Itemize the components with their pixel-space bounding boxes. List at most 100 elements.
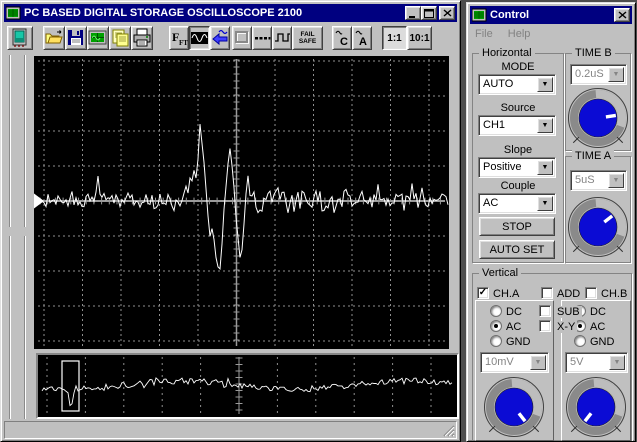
exit-button[interactable] [7, 26, 33, 50]
resize-grip[interactable] [441, 423, 455, 437]
ch-a-ac-radio[interactable] [490, 320, 502, 332]
source-value: CH1 [479, 116, 535, 135]
time-b-dropdown-arrow-icon[interactable] [608, 67, 624, 82]
minimize-icon [408, 9, 418, 18]
control-titlebar[interactable]: Control [470, 6, 632, 24]
ch-a-range-value: 10mV [481, 353, 528, 372]
failsafe-button[interactable]: FAILSAFE [292, 26, 323, 50]
vertical-group-label: Vertical [479, 267, 521, 279]
ch-a-gnd-label: GND [506, 336, 530, 348]
print-button[interactable] [131, 26, 153, 50]
ch-a-ac-label: AC [506, 321, 521, 333]
mode-value: AUTO [479, 75, 535, 94]
xy-checkbox[interactable] [539, 320, 551, 332]
fft-icon: FFT [170, 28, 188, 48]
ch-a-range-arrow-icon[interactable] [530, 355, 546, 370]
slider-a-thumb[interactable] [4, 227, 17, 236]
control-app-icon [472, 8, 487, 22]
display-mode-button[interactable] [189, 26, 210, 50]
status-bar [4, 421, 457, 439]
maximize-button[interactable] [421, 6, 437, 20]
cal-a-icon: A [353, 28, 371, 48]
time-a-knob[interactable] [567, 196, 629, 258]
stop-button[interactable]: STOP [479, 217, 555, 236]
dotted-line-icon [253, 28, 271, 48]
control-window: Control File Help Horizontal MODE AUTO S… [466, 2, 636, 442]
app-icon [6, 6, 21, 20]
control-window-title: Control [490, 9, 529, 21]
probe-10-1-button[interactable]: 10:1 [407, 26, 432, 50]
channel-a-position-slider[interactable] [3, 53, 17, 421]
slope-select[interactable]: Positive [478, 157, 556, 178]
maximize-icon [424, 9, 434, 18]
ch-b-gain-knob[interactable] [565, 376, 627, 438]
capture-button[interactable] [87, 26, 109, 50]
slope-dropdown-arrow-icon[interactable] [537, 160, 553, 175]
control-close-icon [618, 11, 627, 19]
ch-a-range-select[interactable]: 10mV [480, 352, 549, 373]
slider-b-thumb[interactable] [19, 227, 32, 236]
slope-label: Slope [473, 144, 563, 156]
back-arrow-icon [211, 28, 229, 48]
xy-label: X-Y [555, 321, 577, 333]
sub-checkbox[interactable] [539, 305, 551, 317]
ch-b-range-arrow-icon[interactable] [609, 355, 625, 370]
time-a-value: 5uS [571, 171, 606, 190]
couple-select[interactable]: AC [478, 193, 556, 214]
power-icon [10, 28, 30, 48]
failsafe-label-2: SAFE [299, 38, 316, 45]
channel-b-position-slider[interactable] [18, 53, 32, 421]
horizontal-group: Horizontal MODE AUTO Source CH1 Slope Po… [472, 53, 564, 263]
ch-a-dc-label: DC [506, 306, 522, 318]
add-checkbox[interactable] [541, 287, 553, 299]
ch-b-checkbox[interactable] [585, 287, 597, 299]
ch-b-gnd-radio[interactable] [574, 335, 586, 347]
source-select[interactable]: CH1 [478, 115, 556, 136]
mode-dropdown-arrow-icon[interactable] [537, 77, 553, 92]
ch-a-gain-knob[interactable] [483, 376, 545, 438]
minimize-button[interactable] [405, 6, 421, 20]
notes-button[interactable] [109, 26, 131, 50]
ch-b-range-select[interactable]: 5V [565, 352, 628, 373]
menu-file[interactable]: File [469, 26, 499, 42]
time-b-knob[interactable] [567, 87, 629, 149]
horizontal-group-label: Horizontal [479, 47, 535, 59]
time-b-value: 0.2uS [571, 65, 606, 84]
calibrate-c-button[interactable]: C [332, 26, 352, 50]
vertical-group: Vertical ✓ CH.A ADD CH.B DC AC GND 10mV [472, 273, 632, 441]
time-a-select[interactable]: 5uS [570, 170, 627, 191]
undo-sweep-button[interactable] [210, 26, 230, 50]
time-b-select[interactable]: 0.2uS [570, 64, 627, 85]
time-b-group: TIME B 0.2uS [565, 53, 631, 151]
dotted-grid-button[interactable] [252, 26, 272, 50]
save-button[interactable] [65, 26, 87, 50]
trigger-level-marker[interactable] [34, 194, 44, 209]
time-a-dropdown-arrow-icon[interactable] [608, 173, 624, 188]
svg-text:FT: FT [179, 39, 188, 47]
mode-select[interactable]: AUTO [478, 74, 556, 95]
calibrate-a-button[interactable]: A [352, 26, 372, 50]
sub-label: SUB [555, 306, 582, 318]
control-close-button[interactable] [614, 8, 630, 22]
svg-text:A: A [359, 36, 367, 48]
ch-b-label: CH.B [601, 288, 627, 300]
grid-toggle-button[interactable] [232, 26, 252, 50]
main-titlebar[interactable]: PC BASED DIGITAL STORAGE OSCILLOSCOPE 21… [4, 4, 457, 22]
time-a-group: TIME A 5uS [565, 156, 631, 263]
couple-dropdown-arrow-icon[interactable] [537, 196, 553, 211]
ch-b-range-value: 5V [566, 353, 607, 372]
auto-set-button[interactable]: AUTO SET [479, 240, 555, 259]
open-button[interactable] [43, 26, 65, 50]
ch-a-dc-radio[interactable] [490, 305, 502, 317]
close-icon [443, 9, 452, 17]
probe-1-1-button[interactable]: 1:1 [382, 26, 407, 50]
couple-value: AC [479, 194, 535, 213]
menu-help[interactable]: Help [502, 26, 537, 42]
close-button[interactable] [439, 6, 455, 20]
source-dropdown-arrow-icon[interactable] [537, 118, 553, 133]
fft-button[interactable]: FFT [169, 26, 189, 50]
ch-a-checkbox[interactable]: ✓ [477, 287, 489, 299]
square-wave-button[interactable] [272, 26, 292, 50]
ch-a-gnd-radio[interactable] [490, 335, 502, 347]
ch-b-ac-label: AC [590, 321, 605, 333]
